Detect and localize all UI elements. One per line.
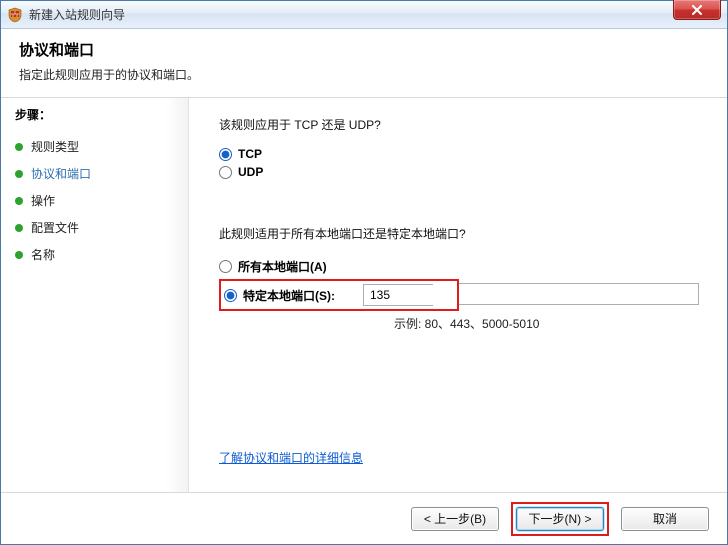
firewall-icon — [7, 7, 23, 23]
ports-specific-option[interactable]: 特定本地端口(S): — [224, 287, 335, 304]
window-title: 新建入站规则向导 — [29, 6, 125, 23]
ports-prompt: 此规则适用于所有本地端口还是特定本地端口? — [219, 225, 699, 242]
ports-all-radio[interactable] — [219, 260, 232, 273]
protocol-udp-radio[interactable] — [219, 166, 232, 179]
steps-label: 步骤： — [15, 106, 180, 123]
bullet-icon — [15, 170, 23, 178]
step-label: 名称 — [31, 246, 55, 263]
close-button[interactable] — [673, 0, 721, 20]
bullet-icon — [15, 197, 23, 205]
cancel-button[interactable]: 取消 — [621, 507, 709, 531]
protocol-tcp-radio[interactable] — [219, 148, 232, 161]
close-icon — [691, 5, 703, 15]
ports-all-label: 所有本地端口(A) — [238, 258, 327, 275]
step-action[interactable]: 操作 — [15, 187, 180, 214]
ports-input[interactable] — [363, 284, 433, 306]
ports-example: 示例: 80、443、5000-5010 — [394, 315, 699, 332]
learn-more-link[interactable]: 了解协议和端口的详细信息 — [219, 451, 363, 465]
bullet-icon — [15, 224, 23, 232]
page-subtitle: 指定此规则应用于的协议和端口。 — [19, 66, 709, 83]
protocol-tcp-label: TCP — [238, 147, 262, 161]
bullet-icon — [15, 251, 23, 259]
ports-specific-radio[interactable] — [224, 289, 237, 302]
step-label: 操作 — [31, 192, 55, 209]
step-label: 规则类型 — [31, 138, 79, 155]
wizard-window: 新建入站规则向导 协议和端口 指定此规则应用于的协议和端口。 步骤： 规则类型 … — [0, 0, 728, 545]
wizard-steps-sidebar: 步骤： 规则类型 协议和端口 操作 配置文件 名称 — [1, 98, 189, 492]
bullet-icon — [15, 143, 23, 151]
highlight-next-button: 下一步(N) > — [511, 502, 609, 536]
wizard-footer: < 上一步(B) 下一步(N) > 取消 — [1, 492, 727, 544]
protocol-tcp-option[interactable]: TCP — [219, 147, 699, 161]
back-button[interactable]: < 上一步(B) — [411, 507, 499, 531]
wizard-body: 步骤： 规则类型 协议和端口 操作 配置文件 名称 — [1, 98, 727, 492]
ports-specific-label: 特定本地端口(S): — [243, 287, 335, 304]
highlight-specific-ports: 特定本地端口(S): — [219, 279, 459, 311]
page-title: 协议和端口 — [19, 39, 709, 60]
ports-input-extend[interactable] — [459, 283, 699, 305]
page-header: 协议和端口 指定此规则应用于的协议和端口。 — [1, 29, 727, 98]
wizard-main: 该规则应用于 TCP 还是 UDP? TCP UDP 此规则适用于所有本地端口还… — [189, 98, 727, 492]
step-profile[interactable]: 配置文件 — [15, 214, 180, 241]
protocol-udp-label: UDP — [238, 165, 263, 179]
step-protocol-ports[interactable]: 协议和端口 — [15, 160, 180, 187]
step-label: 配置文件 — [31, 219, 79, 236]
step-label: 协议和端口 — [31, 165, 91, 182]
step-rule-type[interactable]: 规则类型 — [15, 133, 180, 160]
protocol-udp-option[interactable]: UDP — [219, 165, 699, 179]
step-name[interactable]: 名称 — [15, 241, 180, 268]
titlebar: 新建入站规则向导 — [1, 1, 727, 29]
protocol-prompt: 该规则应用于 TCP 还是 UDP? — [219, 116, 699, 133]
next-button[interactable]: 下一步(N) > — [516, 507, 604, 531]
ports-all-option[interactable]: 所有本地端口(A) — [219, 258, 699, 275]
